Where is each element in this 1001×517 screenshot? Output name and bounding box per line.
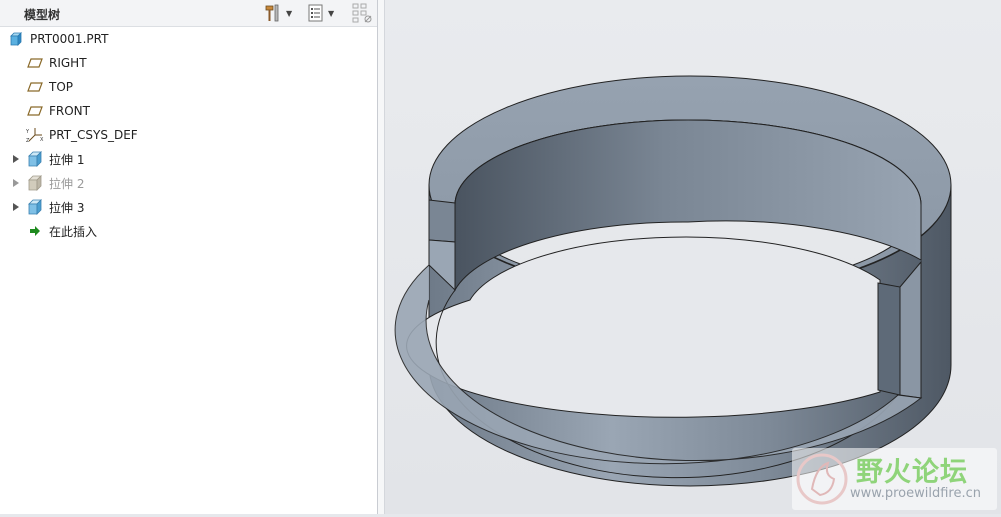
svg-text:X: X bbox=[40, 137, 44, 143]
datum-plane-icon bbox=[26, 55, 44, 71]
chevron-down-icon[interactable]: ▼ bbox=[286, 9, 292, 18]
tree-item-extrude-3[interactable]: 拉伸 3 bbox=[26, 196, 84, 218]
graphics-viewport[interactable]: 野火论坛 www.proewildfire.cn bbox=[385, 0, 1001, 514]
model-tree-panel: 模型树 ▼ ▼ PRT0001.PRT RIGHT TOP FRONT Y X … bbox=[0, 0, 378, 514]
tree-filter-list-icon bbox=[308, 4, 323, 22]
tree-item-insert-here[interactable]: 在此插入 bbox=[26, 220, 97, 242]
extrude-icon bbox=[26, 151, 44, 167]
svg-text:Y: Y bbox=[26, 129, 30, 135]
chevron-down-icon[interactable]: ▼ bbox=[328, 9, 334, 18]
panel-splitter[interactable] bbox=[378, 0, 385, 514]
tree-item-extrude-2[interactable]: 拉伸 2 bbox=[26, 172, 84, 194]
extrude-icon bbox=[26, 199, 44, 215]
tree-item-label: 拉伸 1 bbox=[49, 152, 85, 167]
watermark-url: www.proewildfire.cn bbox=[850, 486, 981, 501]
tree-item-label: 在此插入 bbox=[49, 224, 98, 239]
tree-item-label: 拉伸 3 bbox=[49, 200, 85, 215]
model-tree-title: 模型树 bbox=[24, 8, 61, 22]
layer-tree-button[interactable] bbox=[351, 3, 373, 23]
tree-item-right[interactable]: RIGHT bbox=[26, 52, 87, 74]
tree-item-label: PRT0001.PRT bbox=[30, 32, 109, 46]
expand-arrow-icon[interactable] bbox=[11, 172, 21, 194]
tree-item-label: RIGHT bbox=[49, 56, 87, 70]
tree-item-front[interactable]: FRONT bbox=[26, 100, 90, 122]
part-icon bbox=[7, 31, 25, 47]
insert-here-arrow-icon bbox=[26, 223, 44, 239]
flame-logo-icon bbox=[796, 453, 848, 505]
tree-item-label: PRT_CSYS_DEF bbox=[49, 128, 138, 142]
coordinate-system-icon: Y X Z bbox=[26, 127, 44, 143]
tree-item-part[interactable]: PRT0001.PRT bbox=[7, 28, 108, 50]
tree-item-extrude-1[interactable]: 拉伸 1 bbox=[26, 148, 84, 170]
expand-arrow-icon[interactable] bbox=[11, 148, 21, 170]
show-filter-button[interactable]: ▼ bbox=[307, 3, 334, 23]
settings-button[interactable]: ▼ bbox=[263, 3, 292, 23]
ring-model-3d bbox=[394, 75, 952, 487]
tree-item-label: 拉伸 2 bbox=[49, 176, 85, 191]
datum-plane-icon bbox=[26, 79, 44, 95]
extrude-suppressed-icon bbox=[26, 175, 44, 191]
model-tree-header: 模型树 ▼ ▼ bbox=[0, 0, 377, 27]
tree-item-csys[interactable]: Y X Z PRT_CSYS_DEF bbox=[26, 124, 138, 146]
forum-watermark: 野火论坛 www.proewildfire.cn bbox=[792, 448, 997, 510]
layer-tree-icon bbox=[352, 3, 372, 23]
tree-item-label: TOP bbox=[49, 80, 74, 94]
hammer-tools-icon bbox=[265, 4, 279, 22]
tree-item-label: FRONT bbox=[49, 104, 90, 118]
watermark-title: 野火论坛 bbox=[856, 457, 968, 488]
svg-text:Z: Z bbox=[26, 138, 30, 143]
tree-item-top[interactable]: TOP bbox=[26, 76, 73, 98]
expand-arrow-icon[interactable] bbox=[11, 196, 21, 218]
datum-plane-icon bbox=[26, 103, 44, 119]
